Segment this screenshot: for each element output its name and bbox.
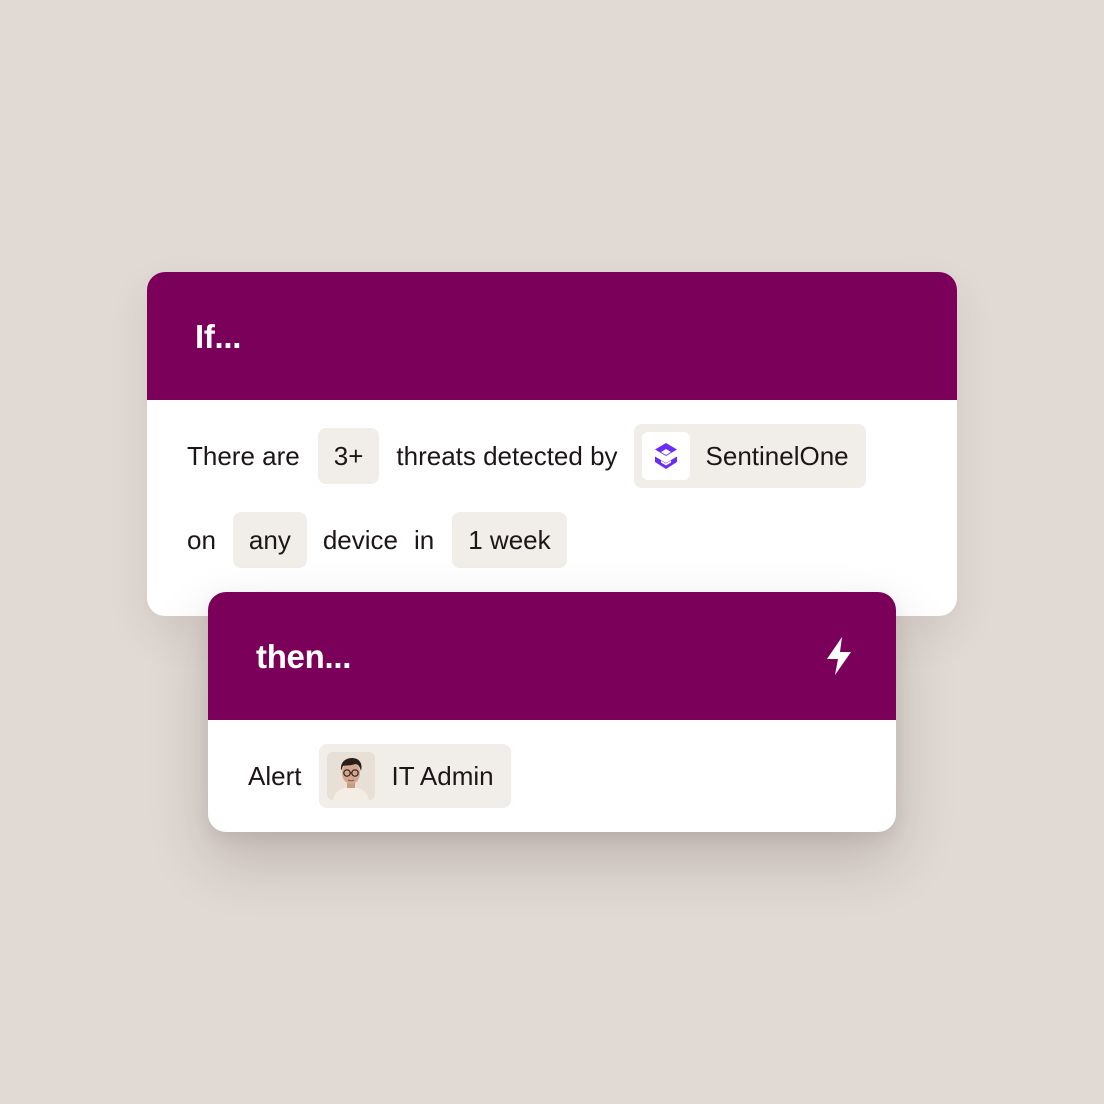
condition-row-1: There are 3+ threats detected by Sentine… [187, 424, 866, 488]
action-row: Alert IT Admin [248, 744, 511, 808]
source-chip[interactable]: SentinelOne [633, 424, 866, 488]
period-chip[interactable]: 1 week [452, 512, 567, 568]
threshold-chip[interactable]: 3+ [317, 428, 380, 484]
condition-text: in [414, 524, 435, 555]
avatar [327, 752, 376, 800]
period-value: 1 week [468, 524, 551, 555]
then-card-title: then... [256, 638, 352, 675]
condition-text: threats detected by [396, 440, 618, 471]
then-action-card: then... Alert IT Admin [208, 592, 896, 832]
if-card-title: If... [195, 318, 242, 355]
condition-row-2: on any device in 1 week [187, 508, 567, 572]
if-condition-card: If... There are 3+ threats detected by S… [147, 272, 957, 616]
threshold-value: 3+ [333, 440, 364, 471]
then-card-header: then... [208, 592, 896, 720]
if-card-header: If... [147, 272, 957, 400]
recipient-label: IT Admin [391, 760, 494, 791]
device-scope-chip[interactable]: any [232, 512, 307, 568]
device-scope-value: any [248, 524, 291, 555]
source-label: SentinelOne [705, 440, 849, 471]
condition-text: on [187, 524, 216, 555]
condition-text: device [322, 524, 398, 555]
lightning-bolt-icon [827, 637, 851, 675]
sentinelone-logo-icon [641, 432, 690, 480]
action-text: Alert [248, 760, 302, 791]
recipient-chip[interactable]: IT Admin [319, 744, 511, 808]
condition-text: There are [187, 440, 300, 471]
